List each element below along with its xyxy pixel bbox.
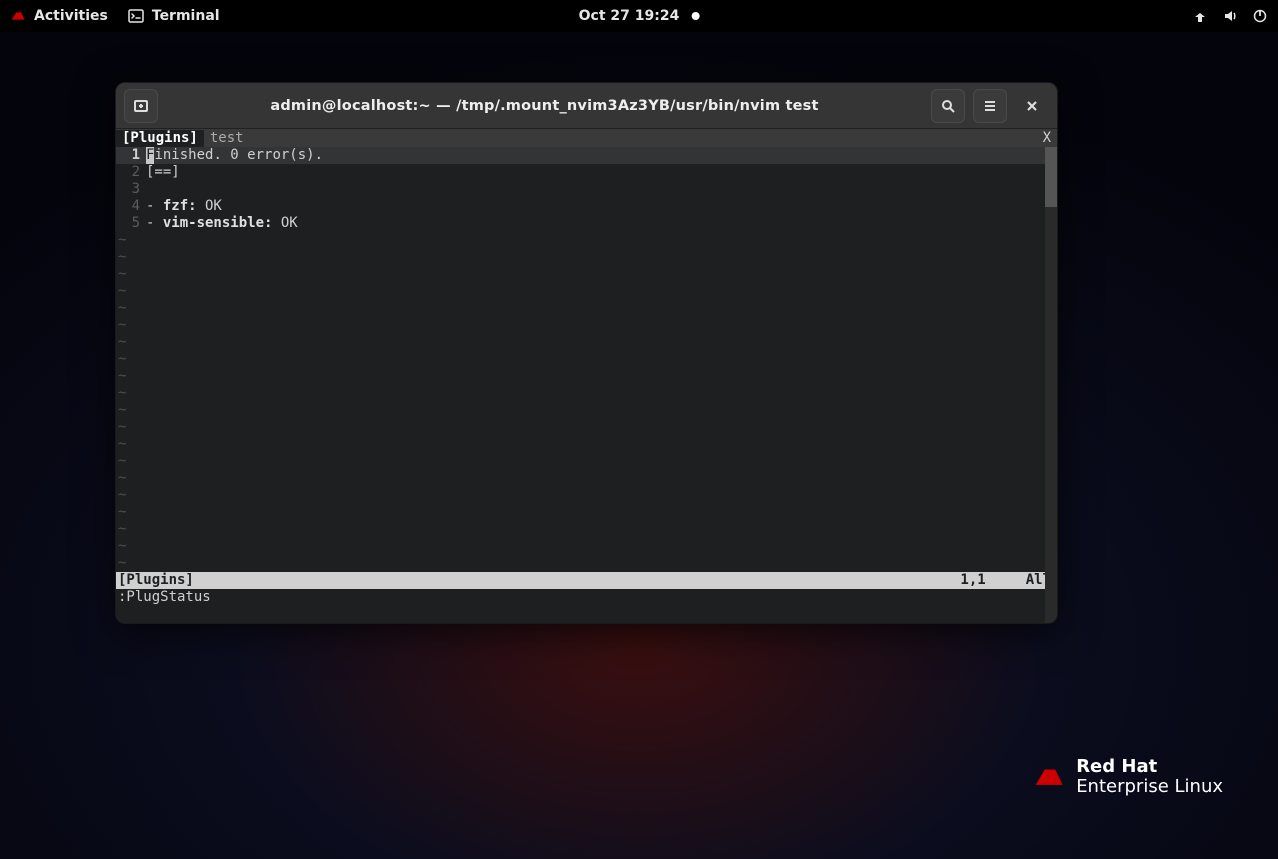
- app-name-label: Terminal: [152, 8, 220, 24]
- line-content: - fzf: OK: [146, 198, 222, 215]
- activities-label: Activities: [34, 8, 108, 24]
- empty-line: ~: [116, 487, 1057, 504]
- gnome-top-bar: Activities Terminal Oct 27 19:24: [0, 0, 1278, 32]
- empty-line: ~: [116, 436, 1057, 453]
- redhat-hat-icon: [1034, 766, 1064, 788]
- buffer-line: 5- vim-sensible: OK: [116, 215, 1057, 232]
- clock-area[interactable]: Oct 27 19:24: [579, 8, 700, 24]
- tab-close-x[interactable]: X: [1037, 130, 1057, 147]
- empty-line: ~: [116, 521, 1057, 538]
- empty-line: ~: [116, 334, 1057, 351]
- empty-line: ~: [116, 555, 1057, 572]
- nvim-buffer[interactable]: 1Finished. 0 error(s).2[==]34- fzf: OK5-…: [116, 147, 1057, 572]
- empty-line: ~: [116, 368, 1057, 385]
- empty-line: ~: [116, 283, 1057, 300]
- volume-icon[interactable]: [1222, 8, 1238, 24]
- line-number: 1: [116, 147, 146, 164]
- buffer-line: 1Finished. 0 error(s).: [116, 147, 1057, 164]
- clock-label: Oct 27 19:24: [579, 8, 680, 24]
- buffer-line: 3: [116, 181, 1057, 198]
- empty-line: ~: [116, 300, 1057, 317]
- plugin-name: fzf:: [163, 198, 197, 214]
- hamburger-menu-button[interactable]: [973, 89, 1007, 123]
- redhat-icon: [10, 10, 26, 22]
- empty-line: ~: [116, 385, 1057, 402]
- empty-line: ~: [116, 470, 1057, 487]
- tab-test[interactable]: test: [204, 130, 250, 147]
- terminal-viewport[interactable]: [Plugins] test X 1Finished. 0 error(s).2…: [116, 129, 1057, 623]
- empty-line: ~: [116, 266, 1057, 283]
- terminal-scrollbar-track[interactable]: [1045, 147, 1057, 623]
- empty-line: ~: [116, 232, 1057, 249]
- nvim-tabline: [Plugins] test X: [116, 129, 1057, 147]
- line-number: 5: [116, 215, 146, 232]
- empty-line: ~: [116, 504, 1057, 521]
- plugin-status: OK: [197, 198, 222, 214]
- empty-line: ~: [116, 538, 1057, 555]
- buffer-line: 2[==]: [116, 164, 1057, 181]
- network-icon[interactable]: [1192, 8, 1208, 24]
- power-icon[interactable]: [1252, 8, 1268, 24]
- line-number: 4: [116, 198, 146, 215]
- terminal-window: admin@localhost:~ — /tmp/.mount_nvim3Az3…: [115, 82, 1058, 624]
- empty-line: ~: [116, 419, 1057, 436]
- window-titlebar[interactable]: admin@localhost:~ — /tmp/.mount_nvim3Az3…: [116, 83, 1057, 129]
- text-cursor: F: [146, 147, 154, 164]
- new-tab-button[interactable]: [124, 89, 158, 123]
- tab-plugins[interactable]: [Plugins]: [116, 130, 204, 147]
- plugin-status: OK: [272, 215, 297, 231]
- terminal-icon: [128, 8, 144, 24]
- nvim-statusline: [Plugins] 1,1 All: [116, 572, 1057, 589]
- redhat-watermark: Red Hat Enterprise Linux: [1034, 757, 1223, 797]
- search-button[interactable]: [931, 89, 965, 123]
- empty-line: ~: [116, 249, 1057, 266]
- watermark-line1: Red Hat: [1076, 757, 1223, 777]
- line-content: Finished. 0 error(s).: [146, 147, 323, 164]
- window-title: admin@localhost:~ — /tmp/.mount_nvim3Az3…: [166, 98, 923, 114]
- empty-line: ~: [116, 351, 1057, 368]
- app-menu[interactable]: Terminal: [128, 8, 220, 24]
- notification-dot-icon: [691, 12, 699, 20]
- terminal-scrollbar-thumb[interactable]: [1045, 147, 1057, 207]
- watermark-line2: Enterprise Linux: [1076, 777, 1223, 797]
- line-number: 2: [116, 164, 146, 181]
- line-number: 3: [116, 181, 146, 198]
- empty-line: ~: [116, 402, 1057, 419]
- activities-button[interactable]: Activities: [10, 8, 108, 24]
- buffer-line: 4- fzf: OK: [116, 198, 1057, 215]
- line-content: [==]: [146, 164, 180, 181]
- line-content: - vim-sensible: OK: [146, 215, 298, 232]
- statusline-pos: 1,1: [960, 572, 985, 589]
- plugin-name: vim-sensible:: [163, 215, 273, 231]
- close-window-button[interactable]: [1015, 89, 1049, 123]
- empty-line: ~: [116, 453, 1057, 470]
- nvim-cmdline[interactable]: :PlugStatus: [116, 589, 1057, 606]
- statusline-file: [Plugins]: [118, 572, 194, 589]
- empty-line: ~: [116, 317, 1057, 334]
